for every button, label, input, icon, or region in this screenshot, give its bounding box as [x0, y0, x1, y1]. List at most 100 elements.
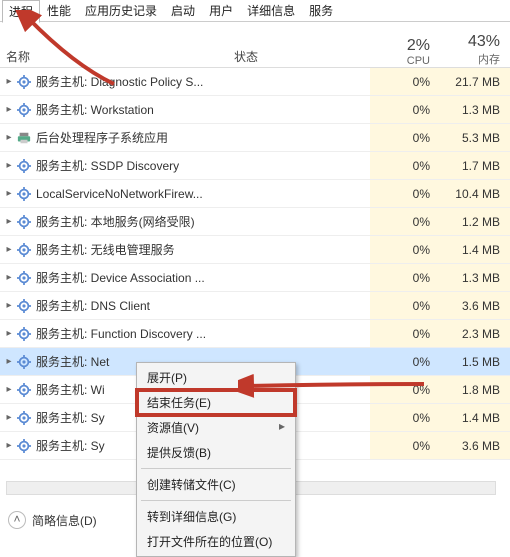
chevron-right-icon: ▸ [279, 419, 285, 433]
process-memory-cell: 1.5 MB [440, 348, 510, 375]
process-memory-cell: 1.4 MB [440, 236, 510, 263]
process-name-cell: ▸ 服务主机: 本地服务(网络受限) [0, 213, 230, 230]
fewer-details-toggle[interactable]: ˄ [8, 511, 26, 529]
memory-label: 内存 [440, 51, 500, 67]
expand-toggle-icon[interactable]: ▸ [4, 104, 14, 115]
process-row[interactable]: ▸服务主机: Workstation 0%1.3 MB [0, 96, 510, 124]
process-memory-cell: 2.3 MB [440, 320, 510, 347]
context-menu: 展开(P) 结束任务(E) 资源值(V) ▸ 提供反馈(B) 创建转储文件(C)… [136, 362, 296, 557]
process-row[interactable]: ▸LocalServiceNoNetworkFirew... 0%10.4 MB [0, 180, 510, 208]
process-memory-cell: 1.3 MB [440, 96, 510, 123]
process-name-label: 服务主机: Sy [36, 409, 105, 426]
expand-toggle-icon[interactable]: ▸ [4, 160, 14, 171]
tab-users[interactable]: 用户 [202, 0, 240, 22]
process-cpu-cell: 0% [370, 68, 440, 95]
process-cpu-cell: 0% [370, 180, 440, 207]
ctx-feedback[interactable]: 提供反馈(B) [137, 440, 295, 465]
ctx-resource-values-label: 资源值(V) [147, 421, 199, 435]
expand-toggle-icon[interactable]: ▸ [4, 188, 14, 199]
printer-icon [16, 130, 32, 146]
gear-icon [16, 186, 32, 202]
process-memory-cell: 3.6 MB [440, 432, 510, 459]
process-row[interactable]: ▸ 服务主机: Function Discovery ... 0%2.3 MB [0, 320, 510, 348]
ctx-go-to-details[interactable]: 转到详细信息(G) [137, 504, 295, 529]
ctx-separator [141, 468, 291, 469]
expand-toggle-icon[interactable]: ▸ [4, 272, 14, 283]
column-headers: 名称 状态 2% CPU 43% 内存 [0, 22, 510, 68]
process-cpu-cell: 0% [370, 376, 440, 403]
tab-startup[interactable]: 启动 [164, 0, 202, 22]
ctx-open-file-location[interactable]: 打开文件所在的位置(O) [137, 529, 295, 554]
process-row[interactable]: ▸服务主机: 无线电管理服务0%1.4 MB [0, 236, 510, 264]
column-header-status[interactable]: 状态 [230, 44, 370, 67]
gear-icon [16, 326, 32, 342]
brief-info-label[interactable]: 简略信息(D) [32, 512, 97, 529]
gear-icon [16, 102, 32, 118]
process-name-cell: ▸LocalServiceNoNetworkFirew... [0, 186, 230, 202]
process-memory-cell: 1.8 MB [440, 376, 510, 403]
gear-icon [16, 270, 32, 286]
process-cpu-cell: 0% [370, 348, 440, 375]
expand-toggle-icon[interactable]: ▸ [4, 412, 14, 423]
expand-toggle-icon[interactable]: ▸ [4, 328, 14, 339]
process-cpu-cell: 0% [370, 292, 440, 319]
process-row[interactable]: ▸后台处理程序子系统应用0%5.3 MB [0, 124, 510, 152]
process-name-label: 服务主机: Net [36, 353, 109, 370]
process-row[interactable]: ▸服务主机: DNS Client0%3.6 MB [0, 292, 510, 320]
process-name-label: 服务主机: Device Association ... [36, 269, 205, 286]
process-row[interactable]: ▸ 服务主机: Diagnostic Policy S... 0%21.7 MB [0, 68, 510, 96]
expand-toggle-icon[interactable]: ▸ [4, 384, 14, 395]
process-cpu-cell: 0% [370, 320, 440, 347]
tab-details[interactable]: 详细信息 [240, 0, 302, 22]
gear-icon [16, 298, 32, 314]
expand-toggle-icon[interactable]: ▸ [4, 356, 14, 367]
gear-icon [16, 438, 32, 454]
gear-icon [16, 74, 32, 90]
process-name-cell: ▸ 服务主机: Diagnostic Policy S... [0, 73, 230, 90]
tab-services[interactable]: 服务 [302, 0, 340, 22]
ctx-end-task[interactable]: 结束任务(E) [137, 390, 295, 415]
expand-toggle-icon[interactable]: ▸ [4, 300, 14, 311]
expand-toggle-icon[interactable]: ▸ [4, 440, 14, 451]
tab-bar: 进程 性能 应用历史记录 启动 用户 详细信息 服务 [0, 0, 510, 22]
process-name-cell: ▸服务主机: Workstation [0, 101, 230, 118]
gear-icon [16, 214, 32, 230]
ctx-separator [141, 500, 291, 501]
process-cpu-cell: 0% [370, 124, 440, 151]
expand-toggle-icon[interactable]: ▸ [4, 132, 14, 143]
process-cpu-cell: 0% [370, 96, 440, 123]
process-name-label: 服务主机: Function Discovery ... [36, 325, 206, 342]
process-name-label: 服务主机: 本地服务(网络受限) [36, 213, 195, 230]
tab-app-history[interactable]: 应用历史记录 [78, 0, 164, 22]
column-header-name[interactable]: 名称 [0, 44, 230, 67]
ctx-resource-values[interactable]: 资源值(V) ▸ [137, 415, 295, 440]
process-name-label: 服务主机: SSDP Discovery [36, 157, 179, 174]
process-memory-cell: 21.7 MB [440, 68, 510, 95]
process-name-label: 服务主机: Wi [36, 381, 105, 398]
process-cpu-cell: 0% [370, 404, 440, 431]
column-header-cpu[interactable]: 2% CPU [370, 37, 440, 67]
process-memory-cell: 1.7 MB [440, 152, 510, 179]
process-name-label: 后台处理程序子系统应用 [36, 129, 168, 146]
expand-toggle-icon[interactable]: ▸ [4, 76, 14, 87]
expand-toggle-icon[interactable]: ▸ [4, 216, 14, 227]
process-name-cell: ▸ 服务主机: Function Discovery ... [0, 325, 230, 342]
process-row[interactable]: ▸服务主机: SSDP Discovery0%1.7 MB [0, 152, 510, 180]
ctx-create-dump[interactable]: 创建转储文件(C) [137, 472, 295, 497]
process-memory-cell: 10.4 MB [440, 180, 510, 207]
gear-icon [16, 158, 32, 174]
process-name-label: 服务主机: Diagnostic Policy S... [36, 73, 203, 90]
ctx-expand[interactable]: 展开(P) [137, 365, 295, 390]
tab-processes[interactable]: 进程 [2, 0, 40, 23]
memory-total-percent: 43% [440, 33, 500, 51]
process-row[interactable]: ▸服务主机: Device Association ...0%1.3 MB [0, 264, 510, 292]
column-header-memory[interactable]: 43% 内存 [440, 33, 510, 67]
process-memory-cell: 1.2 MB [440, 208, 510, 235]
footer: ˄ 简略信息(D) [8, 511, 97, 529]
process-row[interactable]: ▸服务主机: 本地服务(网络受限)0%1.2 MB [0, 208, 510, 236]
process-name-cell: ▸服务主机: DNS Client [0, 297, 230, 314]
tab-performance[interactable]: 性能 [40, 0, 78, 22]
process-name-label: 服务主机: 无线电管理服务 [36, 241, 175, 258]
process-name-cell: ▸ 服务主机: SSDP Discovery [0, 157, 230, 174]
expand-toggle-icon[interactable]: ▸ [4, 244, 14, 255]
